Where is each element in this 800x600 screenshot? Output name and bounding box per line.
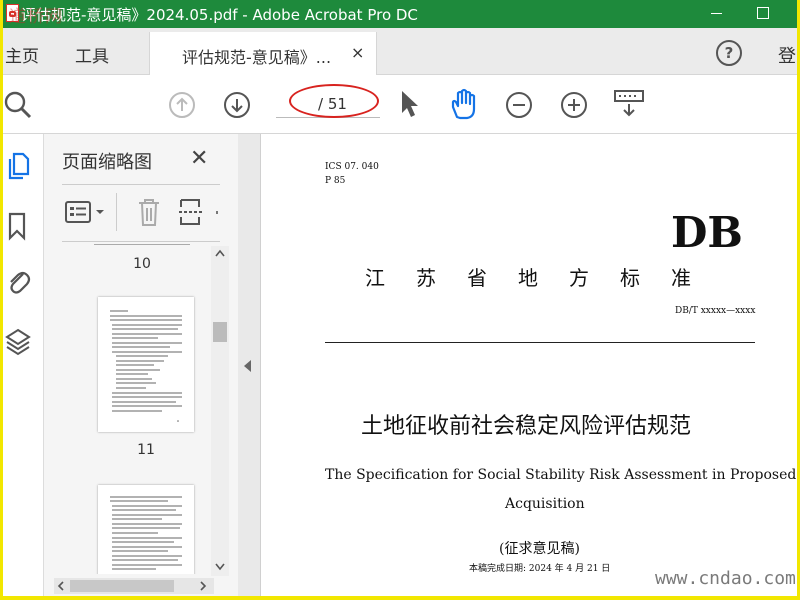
scroll-down-icon[interactable]: [214, 562, 226, 572]
horizontal-scroll-thumb[interactable]: [70, 580, 174, 592]
help-icon[interactable]: ?: [716, 40, 742, 66]
thumbnail-options-icon[interactable]: [64, 199, 108, 225]
panel-close-button[interactable]: ✕: [190, 146, 208, 171]
document-tab[interactable]: 评估规范-意见稿》... ×: [149, 32, 377, 75]
thumb-text-lines: [110, 496, 182, 570]
panel-toolbar: [62, 184, 220, 242]
tools-menu[interactable]: 工具: [75, 42, 109, 67]
page-number-highlight-annotation: [289, 84, 379, 118]
scroll-left-icon[interactable]: [56, 581, 66, 591]
home-menu[interactable]: 主页: [5, 42, 39, 67]
thumb-page-12[interactable]: [98, 485, 194, 574]
thumb-page-11[interactable]: [98, 297, 194, 432]
site-watermark: www.cndao.com: [655, 568, 796, 589]
panel-title: 页面缩略图: [62, 152, 152, 173]
tab-close-button[interactable]: ×: [351, 43, 364, 62]
ics-code: ICS 07. 040: [325, 162, 379, 172]
completion-date: 本稿完成日期: 2024 年 4 月 21 日: [469, 564, 611, 574]
collapse-arrow-icon[interactable]: [244, 360, 251, 372]
acrobat-window: 评估规范-意见稿》2024.05.pdf - Adobe Acrobat Pro…: [3, 0, 797, 596]
p-code: P 85: [325, 176, 346, 186]
tab-label: 评估规范-意见稿》...: [182, 48, 332, 67]
document-title-en-line1: The Specification for Social Stability R…: [325, 467, 797, 483]
thumb-page-10-edge: [94, 244, 190, 245]
thumbnail-vertical-scrollbar[interactable]: [211, 246, 229, 576]
draft-label: (征求意见稿): [499, 541, 580, 557]
standard-type: 江苏省地方标准: [365, 266, 722, 290]
thumb-text-lines: [110, 310, 182, 422]
attachment-icon[interactable]: [5, 266, 31, 298]
toolbar: / 51: [3, 75, 797, 134]
db-mark: DB: [671, 208, 743, 257]
thumbnail-horizontal-scrollbar[interactable]: [54, 578, 214, 594]
zoom-in-icon[interactable]: [560, 91, 588, 119]
panel-collapse-strip[interactable]: [238, 134, 261, 596]
document-title-en-line2: Acquisition: [505, 496, 585, 512]
overflow-dot: [216, 211, 218, 214]
title-bar: 评估规范-意见稿》2024.05.pdf - Adobe Acrobat Pro…: [3, 0, 797, 28]
thumb-label-10: 10: [133, 256, 151, 272]
thumb-label-11: 11: [137, 442, 155, 458]
document-title-cn: 土地征收前社会稳定风险评估规范: [361, 414, 692, 439]
menu-bar: 主页 工具 评估规范-意见稿》... × ? 登: [3, 28, 797, 75]
scroll-right-icon[interactable]: [198, 581, 208, 591]
scroll-up-icon[interactable]: [214, 248, 226, 258]
keyboard-tools-icon[interactable]: [613, 89, 645, 119]
login-button[interactable]: 登: [778, 42, 796, 68]
layers-icon[interactable]: [5, 326, 31, 358]
window-title: 评估规范-意见稿》2024.05.pdf - Adobe Acrobat Pro…: [21, 6, 418, 24]
page-up-icon[interactable]: [168, 91, 196, 119]
toolbar-divider: [116, 193, 117, 231]
maximize-button[interactable]: [743, 0, 783, 28]
zoom-out-icon[interactable]: [505, 91, 533, 119]
hand-tool-icon[interactable]: [447, 87, 481, 121]
vertical-scroll-thumb[interactable]: [213, 322, 227, 342]
delete-icon[interactable]: [136, 197, 162, 227]
header-rule: [325, 342, 755, 343]
minimize-button[interactable]: [697, 0, 737, 28]
page-tools-icon[interactable]: [178, 197, 206, 227]
pdf-file-icon: [6, 4, 19, 22]
select-cursor-icon[interactable]: [398, 89, 422, 119]
navigation-rail: [3, 134, 44, 596]
page-down-icon[interactable]: [223, 91, 251, 119]
pages-icon[interactable]: [5, 150, 31, 182]
search-icon[interactable]: [3, 90, 33, 120]
document-page: ICS 07. 040 P 85 DB 江苏省地方标准 DB/T xxxxx—x…: [261, 134, 797, 596]
thumbnail-list: 10 11: [50, 244, 210, 574]
standard-code: DB/T xxxxx—xxxx: [675, 306, 756, 316]
bookmark-icon[interactable]: [5, 210, 31, 242]
thumbnails-panel: 页面缩略图 ✕ 10 11: [44, 134, 239, 596]
